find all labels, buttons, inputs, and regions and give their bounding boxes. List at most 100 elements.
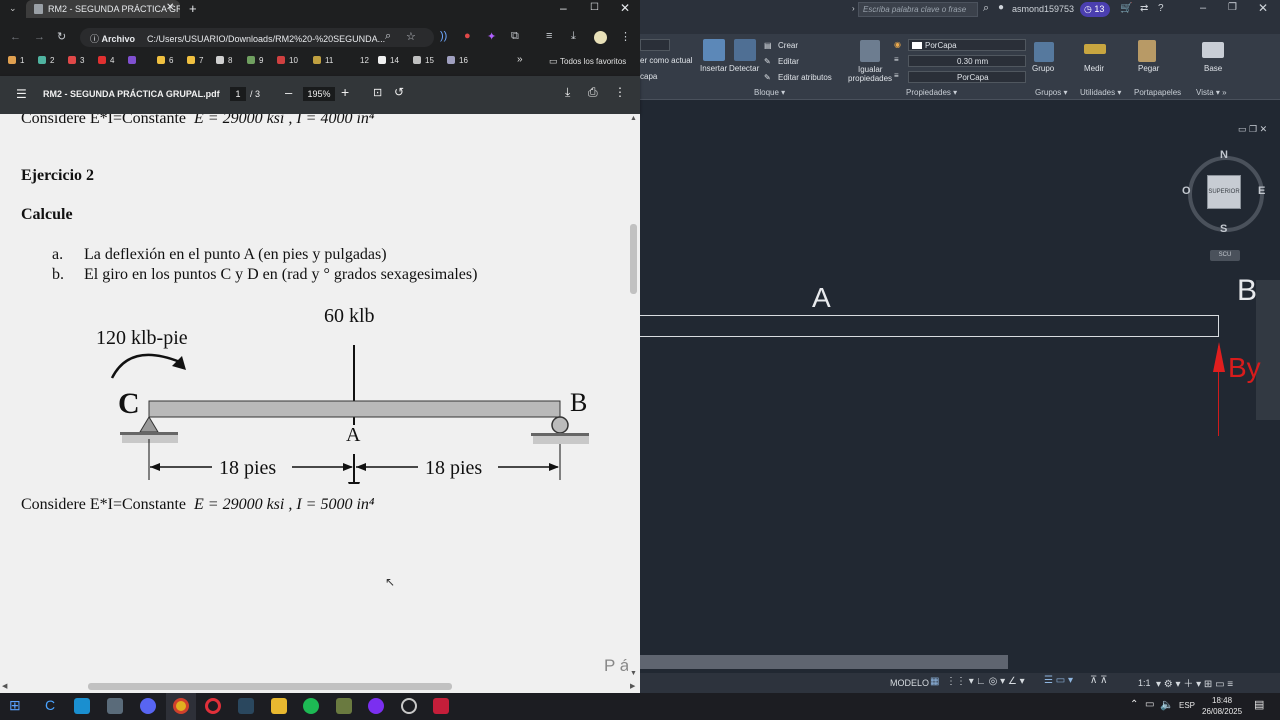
match-properties-icon[interactable]: [860, 40, 880, 62]
language-indicator[interactable]: ESP: [1179, 701, 1195, 710]
bookmark-8[interactable]: 8: [216, 56, 232, 65]
lineweight-toggle-icon[interactable]: ☰ ▭ ▾: [1044, 675, 1073, 686]
close-icon[interactable]: ✕: [1258, 1, 1268, 15]
zoom-out-icon[interactable]: –: [285, 85, 292, 100]
bookmark-15[interactable]: 15: [413, 56, 434, 65]
profile-avatar[interactable]: [594, 31, 607, 44]
pdf-vscroll-thumb[interactable]: [630, 224, 637, 294]
linetype-dropdown[interactable]: PorCapa: [908, 71, 1026, 83]
detectar-button[interactable]: Detectar: [729, 64, 759, 73]
page-number-input[interactable]: 1: [230, 87, 246, 101]
navigation-bar[interactable]: [1256, 280, 1280, 420]
pdf-vertical-scrollbar[interactable]: ▲ ▼: [628, 114, 640, 681]
discord-icon[interactable]: [140, 698, 156, 714]
layer-dropdown[interactable]: [640, 39, 670, 51]
bookmark-1[interactable]: 1: [8, 56, 24, 65]
pdf-page[interactable]: Considere E*I=Constante E = 29000 ksi , …: [0, 114, 628, 681]
help-icon[interactable]: ?: [1158, 3, 1164, 14]
fit-page-icon[interactable]: ⊡: [373, 86, 382, 99]
forward-icon[interactable]: →: [34, 31, 45, 43]
extension-red-icon[interactable]: ●: [464, 30, 471, 42]
print-icon[interactable]: ⎙: [588, 85, 598, 100]
bookmark-11[interactable]: 11: [313, 56, 333, 65]
bookmark-12[interactable]: 12: [348, 56, 369, 65]
group-utilidades[interactable]: Utilidades ▾: [1080, 88, 1121, 97]
file-explorer-icon[interactable]: [271, 698, 287, 714]
group-propiedades[interactable]: Propiedades ▾: [906, 88, 957, 97]
chrome-icon[interactable]: [173, 698, 189, 714]
zoom-icon[interactable]: ⌕: [385, 30, 391, 43]
pdf-hscroll-thumb[interactable]: [88, 683, 452, 690]
scroll-left-icon[interactable]: ◀: [2, 682, 7, 690]
scroll-down-icon[interactable]: ▼: [630, 670, 637, 677]
autocad-taskbar-icon[interactable]: [433, 698, 449, 714]
compass-o[interactable]: O: [1182, 185, 1191, 197]
canva-icon[interactable]: [368, 698, 384, 714]
app-c-icon[interactable]: C: [45, 697, 55, 713]
autocad-horizontal-scrollbar[interactable]: [640, 655, 1008, 669]
bookmark-14[interactable]: 14: [378, 56, 399, 65]
app-gray-icon[interactable]: [107, 698, 123, 714]
lineweight-dropdown[interactable]: 0.30 mm: [908, 55, 1026, 67]
group-vista[interactable]: Vista ▾ »: [1196, 88, 1227, 97]
more-bookmarks-icon[interactable]: »: [517, 54, 523, 65]
app-circle-icon[interactable]: [401, 698, 417, 714]
group-portapapeles[interactable]: Portapapeles: [1134, 88, 1181, 97]
steam-icon[interactable]: [238, 698, 254, 714]
scale-dropdown-icon[interactable]: ▾ ⚙ ▾ ＋ ▾ ⊞ ▭ ≡: [1156, 675, 1233, 690]
app-minecraft-icon[interactable]: [336, 698, 352, 714]
minimize-icon[interactable]: –: [560, 1, 567, 15]
scroll-right-icon[interactable]: ▶: [630, 682, 635, 690]
reload-icon[interactable]: ↻: [57, 30, 66, 43]
zoom-in-icon[interactable]: +: [341, 84, 349, 100]
medir-button[interactable]: Medir: [1084, 64, 1104, 73]
bookmark-9[interactable]: 9: [247, 56, 263, 65]
autocad-drawing-canvas[interactable]: ▭ ❐ ✕ SUPERIOR N S E O SCU A B By: [640, 120, 1280, 655]
group-icon[interactable]: [1034, 42, 1054, 62]
insertar-button[interactable]: Insertar: [700, 64, 727, 73]
paste-icon[interactable]: [1138, 40, 1156, 62]
search-icon[interactable]: ⌕: [983, 2, 989, 15]
bookmark-16[interactable]: 16: [447, 56, 468, 65]
editar-button[interactable]: Editar: [778, 57, 799, 66]
insert-block-icon[interactable]: [703, 39, 725, 61]
maximize-icon[interactable]: ☐: [590, 2, 599, 13]
user-name[interactable]: asmond159753: [1012, 4, 1074, 14]
cart-icon[interactable]: 🛒: [1120, 3, 1132, 14]
bookmark-star-icon[interactable]: ☆: [406, 30, 416, 43]
pdf-horizontal-scrollbar[interactable]: ◀ ▶: [0, 681, 640, 693]
volume-icon[interactable]: 🔈: [1160, 698, 1174, 711]
measure-icon[interactable]: [1084, 44, 1106, 54]
viewcube-face[interactable]: SUPERIOR: [1207, 175, 1241, 209]
address-bar[interactable]: ⓘ Archivo C:/Users/USUARIO/Downloads/RM2%…: [80, 28, 434, 47]
download-icon[interactable]: ⤓: [571, 30, 576, 43]
compass-s[interactable]: S: [1220, 223, 1227, 235]
minimize-icon[interactable]: –: [1200, 2, 1206, 14]
group-bloque[interactable]: Bloque ▾: [754, 88, 785, 97]
rotate-icon[interactable]: ↺: [394, 85, 404, 99]
pdf-more-icon[interactable]: ⋮: [614, 85, 626, 99]
windows-start-icon[interactable]: ⊞: [9, 697, 21, 714]
notifications-icon[interactable]: ▤: [1254, 698, 1264, 711]
bookmark-4[interactable]: 4: [98, 56, 114, 65]
media-icon[interactable]: ≡: [546, 30, 552, 42]
snap-icon[interactable]: ⋮⋮ ▾: [946, 676, 974, 687]
close-window-icon[interactable]: ✕: [620, 1, 630, 15]
extensions-icon[interactable]: ⧉: [511, 30, 519, 43]
propiedades-button[interactable]: propiedades: [848, 74, 892, 83]
autocad-search-input[interactable]: Escriba palabra clave o frase: [858, 2, 978, 17]
annotation-scale[interactable]: 1:1: [1138, 678, 1151, 688]
base-button[interactable]: Base: [1204, 64, 1222, 73]
notification-badge[interactable]: ◷ 13: [1080, 2, 1110, 17]
app-blue-icon[interactable]: [74, 698, 90, 714]
opera-icon[interactable]: [205, 698, 221, 714]
scroll-up-icon[interactable]: ▲: [630, 115, 637, 122]
sidebar-menu-icon[interactable]: ☰: [16, 87, 27, 101]
tab-active[interactable]: RM2 - SEGUNDA PRÁCTICA GR: [26, 0, 180, 18]
detect-icon[interactable]: [734, 39, 756, 61]
crear-button[interactable]: Crear: [778, 41, 798, 50]
group-grupos[interactable]: Grupos ▾: [1035, 88, 1067, 97]
tab-close-icon[interactable]: ✕: [166, 2, 174, 13]
extension-wave-icon[interactable]: )): [440, 30, 447, 42]
share-icon[interactable]: ⇄: [1140, 3, 1148, 14]
